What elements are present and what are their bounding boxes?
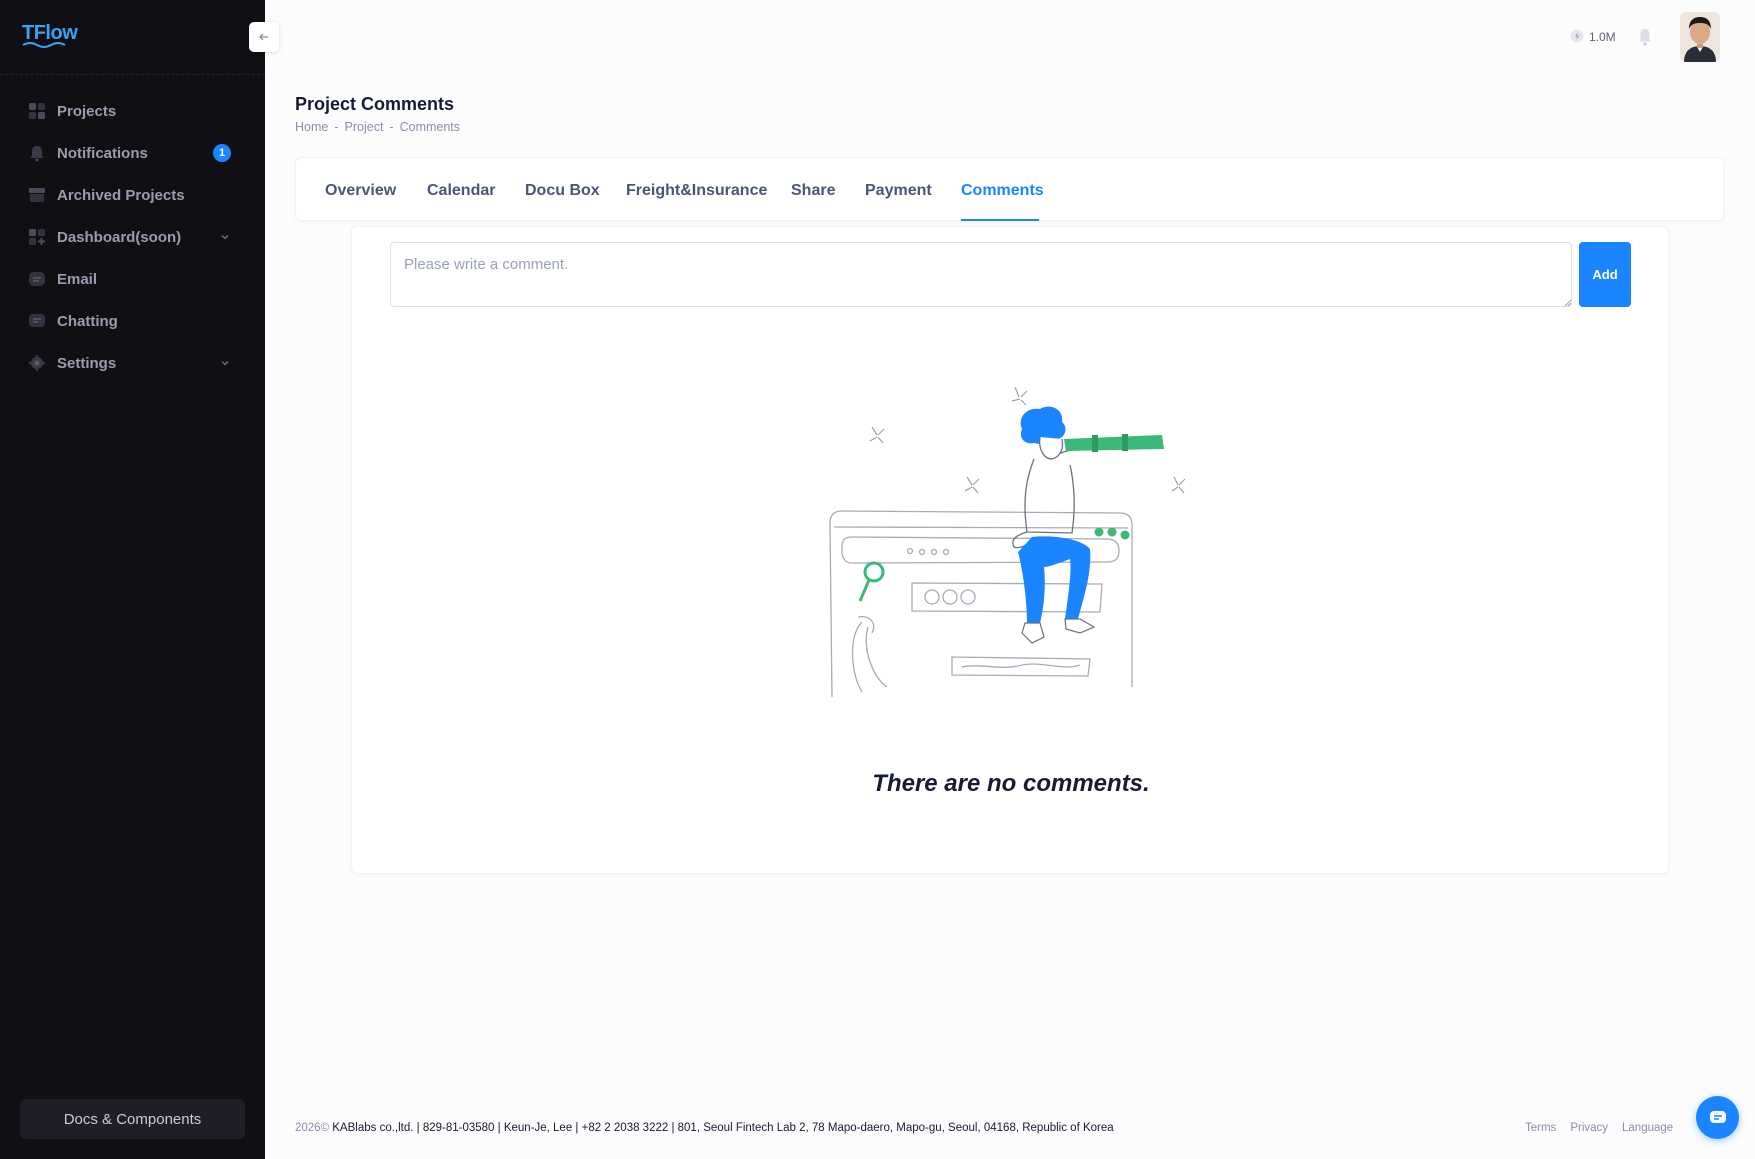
bell-icon[interactable]: [1636, 27, 1654, 47]
sidebar: TFlow Projects Notifications 1 Archived …: [0, 0, 265, 1159]
footer-link-language[interactable]: Language: [1622, 1122, 1673, 1134]
archive-icon: [29, 188, 45, 202]
footer-links: Terms Privacy Language: [1525, 1122, 1673, 1134]
sidebar-item-label: Email: [57, 270, 98, 288]
sidebar-item-archived-projects[interactable]: Archived Projects: [0, 174, 265, 216]
sidebar-item-label: Notifications: [57, 144, 148, 162]
sidebar-item-notifications[interactable]: Notifications 1: [0, 132, 265, 174]
message-icon: [29, 272, 45, 286]
footer-company: KABlabs co.,ltd. | 829-81-03580 | Keun-J…: [332, 1122, 1114, 1134]
project-tabs: Overview Calendar Docu Box Freight&Insur…: [295, 157, 1724, 221]
sidebar-item-projects[interactable]: Projects: [0, 90, 265, 132]
grid-icon: [29, 103, 45, 119]
tab-docu-box[interactable]: Docu Box: [525, 182, 600, 200]
chevron-down-icon: [221, 235, 229, 240]
tab-freight-insurance[interactable]: Freight&Insurance: [626, 182, 767, 200]
sidebar-item-label: Settings: [57, 354, 117, 372]
tab-calendar[interactable]: Calendar: [427, 182, 495, 200]
active-tab-indicator: [961, 219, 1039, 221]
docs-components-button[interactable]: Docs & Components: [20, 1099, 245, 1139]
sidebar-item-label: Dashboard(soon): [57, 228, 182, 246]
tab-overview[interactable]: Overview: [325, 182, 396, 200]
sidebar-item-label: Chatting: [57, 312, 118, 330]
footer-link-terms[interactable]: Terms: [1525, 1122, 1556, 1134]
footer-year: 2026©: [295, 1122, 330, 1134]
sidebar-menu: Projects Notifications 1 Archived Projec…: [0, 90, 265, 384]
sidebar-item-label: Archived Projects: [57, 186, 185, 204]
sidebar-item-settings[interactable]: Settings: [0, 342, 265, 384]
tab-share[interactable]: Share: [791, 182, 835, 200]
user-avatar[interactable]: [1680, 12, 1720, 62]
breadcrumb-separator: -: [334, 120, 339, 134]
footer-company-info: 2026© KABlabs co.,ltd. | 829-81-03580 | …: [295, 1122, 1114, 1134]
sidebar-item-email[interactable]: Email: [0, 258, 265, 300]
coin-icon: [1570, 29, 1584, 43]
chat-bubble-icon: [1709, 1110, 1726, 1123]
gear-icon: [29, 355, 45, 371]
sidebar-collapse-button[interactable]: [249, 22, 279, 52]
tab-comments[interactable]: Comments: [961, 182, 1044, 200]
resize-grip-icon[interactable]: [1564, 299, 1572, 307]
empty-state-message: There are no comments.: [872, 770, 1150, 797]
sidebar-item-dashboard[interactable]: Dashboard(soon): [0, 216, 265, 258]
comment-input[interactable]: [390, 242, 1572, 307]
comments-panel: Add: [351, 226, 1669, 874]
breadcrumb: Home - Project - Comments: [295, 120, 460, 134]
page-title: Project Comments: [295, 94, 455, 114]
breadcrumb-item-project[interactable]: Project: [345, 120, 384, 134]
footer-link-privacy[interactable]: Privacy: [1570, 1122, 1608, 1134]
coin-balance: 1.0M: [1589, 30, 1616, 44]
sidebar-item-label: Projects: [57, 102, 117, 120]
chat-icon: [29, 314, 45, 327]
breadcrumb-separator: -: [389, 120, 394, 134]
tab-payment[interactable]: Payment: [865, 182, 932, 200]
sidebar-item-chatting[interactable]: Chatting: [0, 300, 265, 342]
chat-support-button[interactable]: [1696, 1096, 1739, 1139]
add-comment-button[interactable]: Add: [1579, 242, 1631, 307]
sidebar-divider: [0, 74, 265, 75]
breadcrumb-item-comments: Comments: [399, 120, 461, 134]
arrow-left-icon: [259, 33, 268, 41]
logo-wave-icon: [22, 42, 66, 48]
breadcrumb-item-home[interactable]: Home: [295, 120, 328, 134]
person-with-telescope-illustration: [829, 387, 1186, 698]
dashboard-icon: [29, 229, 45, 245]
notification-count-badge: 1: [213, 144, 231, 162]
chevron-down-icon: [221, 361, 229, 366]
bell-icon: [30, 146, 44, 162]
